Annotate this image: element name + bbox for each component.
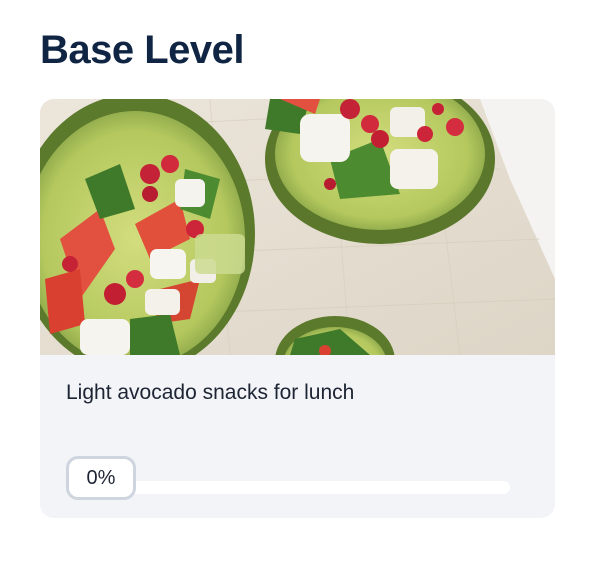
progress-track	[130, 481, 510, 494]
progress-badge: 0%	[66, 456, 136, 500]
avocado-salad-photo	[40, 99, 555, 355]
card-caption: Light avocado snacks for lunch	[66, 381, 355, 404]
card-image	[40, 99, 555, 355]
page-title: Base Level	[40, 28, 245, 72]
lesson-card[interactable]: Light avocado snacks for lunch 0%	[40, 99, 555, 518]
